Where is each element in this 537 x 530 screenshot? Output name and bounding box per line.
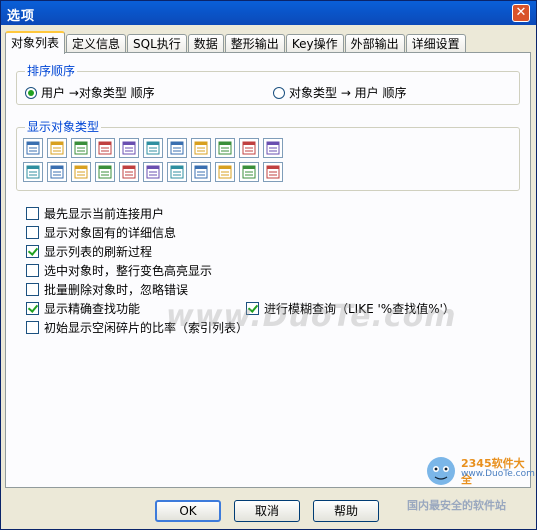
title-bar[interactable]: 选项 ✕ [1,1,536,25]
close-icon: ✕ [515,5,527,20]
window-title: 选项 [7,9,36,24]
option-checkbox-1[interactable]: 最先显示当前连接用户 [26,205,164,222]
package-icon[interactable] [215,138,235,158]
radio-user-then-type-indicator[interactable] [25,86,37,99]
radio-user-then-type[interactable]: 用户 →对象类型 顺序 [25,84,155,101]
materialized-view-icon[interactable] [215,162,235,182]
cancel-button[interactable]: 取消 [234,500,300,522]
option-checkbox-4[interactable]: 选中对象时，整行变色高亮显示 [26,262,212,279]
radio-user-then-type-label: 用户 →对象类型 顺序 [41,86,155,100]
logo-slogan: 国内最安全的软件站 [407,499,506,512]
snapshot-icon[interactable] [71,162,91,182]
java-icon[interactable] [167,162,187,182]
trigger-icon[interactable] [191,138,211,158]
dimension-icon[interactable] [263,162,283,182]
cluster-icon[interactable] [47,162,67,182]
ok-button[interactable]: OK [155,500,221,522]
checkbox-label: 显示对象固有的详细信息 [44,226,177,240]
mascot-icon [427,457,455,485]
tab-strip: 对象列表 定义信息 SQL执行 数据 整形输出 Key操作 外部输出 详细设置 [5,31,467,54]
tab-format-output[interactable]: 整形输出 [224,34,285,53]
checkbox-indicator[interactable] [26,302,39,315]
tab-detail-settings[interactable]: 详细设置 [405,34,466,53]
function-icon[interactable] [23,162,43,182]
checkbox-label: 最先显示当前连接用户 [44,207,165,221]
option-checkbox-3[interactable]: 显示列表的刷新过程 [26,243,152,260]
checkbox-indicator[interactable] [26,245,39,258]
tab-object-list[interactable]: 对象列表 [5,31,66,54]
queue-icon[interactable] [191,162,211,182]
directory-icon[interactable] [95,162,115,182]
key-icon[interactable] [47,138,67,158]
index-icon[interactable] [167,138,187,158]
view-icon[interactable] [71,138,91,158]
checkbox-label: 显示精确查找功能 [44,302,141,316]
sort-order-legend: 排序顺序 [25,64,78,78]
sort-order-group: 排序顺序 用户 →对象类型 顺序 对象类型 → 用户 顺序 [16,64,520,105]
checkbox-label: 批量删除对象时，忽略错误 [44,283,189,297]
checkbox-label: 显示列表的刷新过程 [44,245,153,259]
package-body-icon[interactable] [239,138,259,158]
option-checkbox-5[interactable]: 批量删除对象时，忽略错误 [26,281,188,298]
checkbox-indicator[interactable] [26,321,39,334]
options-dialog: 选项 ✕ 对象列表 定义信息 SQL执行 数据 整形输出 Key操作 外部输出 … [0,0,537,530]
watermark-text: www.DuoTe.com [166,299,457,334]
object-types-group: 显示对象类型 [16,120,520,191]
tab-sql-execute[interactable]: SQL执行 [127,34,187,53]
checkbox-indicator[interactable] [26,283,39,296]
type-icon[interactable] [143,162,163,182]
checkbox-indicator[interactable] [26,264,39,277]
sequence-icon[interactable] [95,138,115,158]
library-icon[interactable] [119,162,139,182]
checkbox-indicator[interactable] [26,207,39,220]
checkbox-label: 选中对象时，整行变色高亮显示 [44,264,213,278]
option-checkbox-6[interactable]: 显示精确查找功能 [26,300,140,317]
lob-icon[interactable] [239,162,259,182]
object-types-legend: 显示对象类型 [25,120,102,134]
tab-data[interactable]: 数据 [187,34,224,53]
checkbox-indicator[interactable] [26,226,39,239]
tab-key-operation[interactable]: Key操作 [285,34,344,53]
procedure-icon[interactable] [263,138,283,158]
option-checkbox-2[interactable]: 显示对象固有的详细信息 [26,224,176,241]
logo-url: www.DuoTe.com [461,469,535,479]
close-button[interactable]: ✕ [512,4,530,22]
tab-definition-info[interactable]: 定义信息 [66,34,127,53]
radio-type-then-user-indicator[interactable] [273,86,285,99]
site-logo: 2345软件大全 www.DuoTe.com 国内最安全的软件站 [407,453,535,512]
help-button[interactable]: 帮助 [313,500,379,522]
radio-type-then-user-label: 对象类型 → 用户 顺序 [289,86,407,100]
table-icon[interactable] [23,138,43,158]
tab-panel: 排序顺序 用户 →对象类型 顺序 对象类型 → 用户 顺序 显示对象类型 最先显… [5,52,531,488]
radio-type-then-user[interactable]: 对象类型 → 用户 顺序 [273,84,407,101]
database-link-icon[interactable] [143,138,163,158]
tab-external-output[interactable]: 外部输出 [344,34,405,53]
synonym-icon[interactable] [119,138,139,158]
